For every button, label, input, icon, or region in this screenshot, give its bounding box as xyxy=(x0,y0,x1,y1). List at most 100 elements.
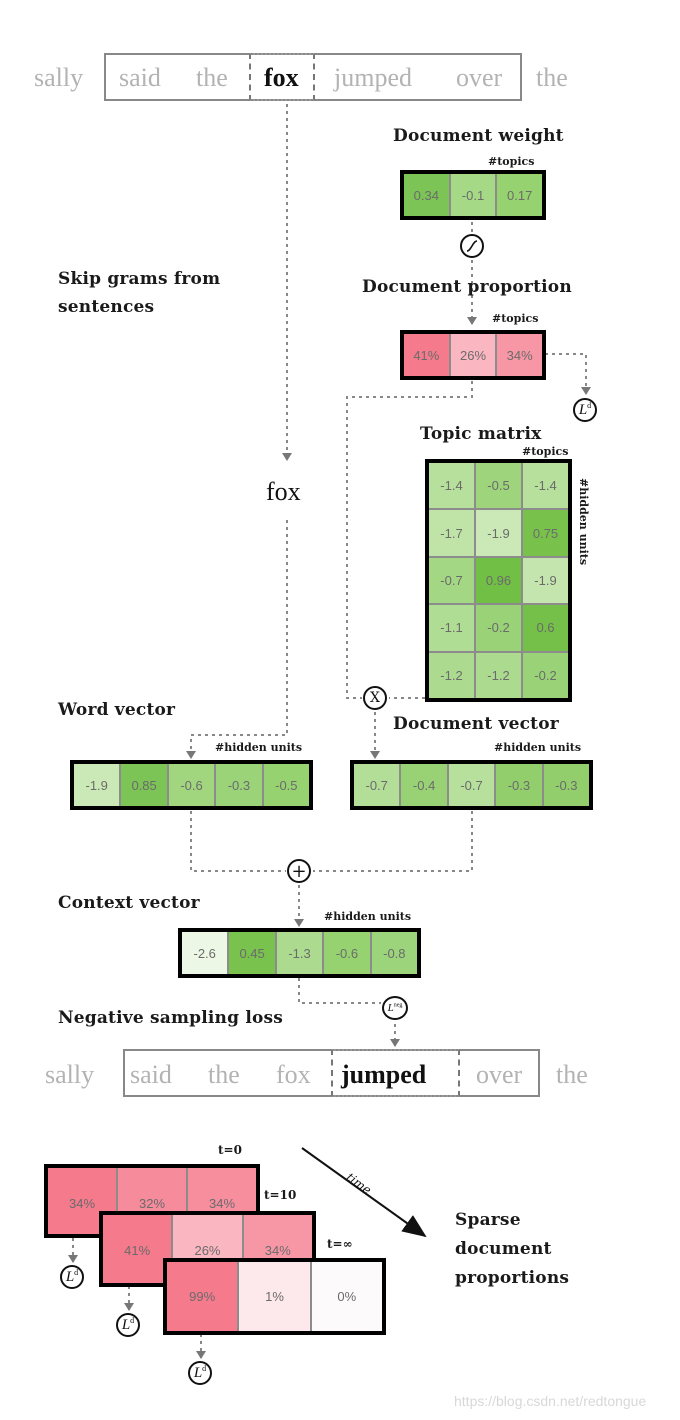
timeline-vector-tinf: 99% 1% 0% xyxy=(163,1258,386,1335)
top-word: sally xyxy=(34,63,84,92)
loss-symbol: Ld xyxy=(65,1268,79,1285)
loss-symbol: Ld xyxy=(121,1316,135,1333)
topic-matrix-cell: -1.9 xyxy=(476,510,523,556)
top-word: the xyxy=(196,63,228,92)
connector-fox-to-word-vector xyxy=(186,520,288,759)
watermark: https://blog.csdn.net/redtongue xyxy=(454,1393,647,1409)
document-vector-dim-label: #hidden units xyxy=(494,741,582,754)
document-proportion-dim-label: #topics xyxy=(492,312,539,325)
document-vector: -0.7 -0.4 -0.7 -0.3 -0.3 xyxy=(350,760,593,810)
top-word: said xyxy=(119,63,161,92)
pivot-word: fox xyxy=(266,477,301,506)
topic-matrix-cell: -1.2 xyxy=(429,652,476,699)
topic-matrix-row: -0.7 0.96 -1.9 xyxy=(429,557,568,606)
topic-matrix-cell: 0.75 xyxy=(523,510,568,556)
bottom-word: said xyxy=(130,1060,172,1089)
context-vector-cell: -0.8 xyxy=(371,932,418,974)
topic-matrix-cell: -0.5 xyxy=(476,463,523,509)
document-vector-title: Document vector xyxy=(393,714,559,734)
document-weight-cell: 0.34 xyxy=(404,174,451,216)
topic-matrix-topics-label: #topics xyxy=(522,445,569,458)
topic-matrix-row: -1.4 -0.5 -1.4 xyxy=(429,463,568,511)
document-vector-cell: -0.3 xyxy=(496,764,544,806)
context-vector-cell: -1.3 xyxy=(276,932,325,974)
timeline-cell: 99% xyxy=(167,1262,240,1331)
sparse-line-1: Sparse xyxy=(455,1210,521,1230)
document-proportion-cell: 34% xyxy=(497,334,543,376)
context-vector-cell: -0.6 xyxy=(324,932,372,974)
bottom-word: sally xyxy=(45,1060,95,1089)
document-vector-cell: -0.7 xyxy=(448,764,497,806)
topic-matrix-cell: -0.2 xyxy=(523,652,568,699)
topic-matrix-cell: -1.7 xyxy=(429,510,476,556)
topic-matrix-cell: 0.6 xyxy=(523,605,568,651)
top-word: over xyxy=(456,63,503,92)
time-label: time xyxy=(343,1170,374,1198)
negative-sampling-title: Negative sampling loss xyxy=(58,1008,284,1028)
word-vector-cell: -0.3 xyxy=(216,764,264,806)
document-weight-dim-label: #topics xyxy=(488,155,535,168)
connector-proportion-to-loss xyxy=(545,353,591,395)
timeline-loss-icon-tinf: Ld xyxy=(188,1361,212,1385)
multiply-icon: X xyxy=(363,686,387,710)
timeline-label-tinf: t=∞ xyxy=(327,1237,353,1251)
timeline-label-t10: t=10 xyxy=(264,1188,297,1202)
word-vector-cell: -1.9 xyxy=(74,764,122,806)
document-weight-title: Document weight xyxy=(393,126,564,146)
document-loss-symbol: Ld xyxy=(578,401,592,418)
topic-matrix-cell: -1.1 xyxy=(429,605,476,651)
topic-matrix-cell: -1.9 xyxy=(523,557,568,604)
bottom-word: the xyxy=(556,1060,588,1089)
document-proportion-vector: 41% 26% 34% xyxy=(400,330,546,380)
sparse-line-3: proportions xyxy=(455,1268,570,1288)
connector-doc-vector-to-plus xyxy=(313,811,473,872)
sparse-proportions-label: Sparse document proportions xyxy=(455,1206,569,1293)
document-proportion-cell: 41% xyxy=(404,334,451,376)
negative-loss-symbol: Lneg xyxy=(387,1002,403,1014)
document-weight-cell: 0.17 xyxy=(497,174,543,216)
word-vector-cell: -0.5 xyxy=(263,764,310,806)
bottom-word: over xyxy=(476,1060,523,1089)
word-vector-cell: 0.85 xyxy=(121,764,169,806)
add-icon: + xyxy=(287,859,311,883)
top-word: the xyxy=(536,63,568,92)
skip-grams-line-1: Skip grams from xyxy=(58,269,221,289)
context-vector-dim-label: #hidden units xyxy=(324,910,412,923)
word-vector: -1.9 0.85 -0.6 -0.3 -0.5 xyxy=(70,760,313,810)
sigmoid-icon xyxy=(460,234,484,258)
bottom-focus-word: jumped xyxy=(341,1060,427,1089)
topic-matrix: -1.4 -0.5 -1.4 -1.7 -1.9 0.75 -0.7 0.96 … xyxy=(425,459,572,702)
topic-matrix-hidden-label: #hidden units xyxy=(577,478,590,566)
top-word: jumped xyxy=(334,63,412,92)
context-vector-title: Context vector xyxy=(58,893,200,913)
document-vector-cell: -0.3 xyxy=(543,764,590,806)
top-focus-word: fox xyxy=(264,63,299,92)
timeline-loss-icon-t0: Ld xyxy=(60,1265,84,1289)
timeline-loss-icon-t10: Ld xyxy=(116,1313,140,1337)
context-vector: -2.6 0.45 -1.3 -0.6 -0.8 xyxy=(178,928,421,978)
document-weight-vector: 0.34 -0.1 0.17 xyxy=(400,170,546,220)
topic-matrix-row: -1.1 -0.2 0.6 xyxy=(429,605,568,653)
topic-matrix-cell: -1.2 xyxy=(476,652,523,699)
loss-symbol: Ld xyxy=(193,1364,207,1381)
topic-matrix-row: -1.2 -1.2 -0.2 xyxy=(429,652,568,699)
context-vector-cell: -2.6 xyxy=(182,932,230,974)
document-weight-cell: -0.1 xyxy=(450,174,498,216)
timeline-cell: 1% xyxy=(239,1262,312,1331)
skip-grams-line-2: sentences xyxy=(58,297,155,317)
timeline-cell: 0% xyxy=(311,1262,382,1331)
topic-matrix-cell: -0.2 xyxy=(476,605,523,651)
topic-matrix-cell: -1.4 xyxy=(523,463,568,509)
word-vector-dim-label: #hidden units xyxy=(215,741,303,754)
sigmoid-curve-icon xyxy=(466,240,478,252)
context-vector-cell: 0.45 xyxy=(229,932,277,974)
connector-context-to-neg-loss xyxy=(298,978,381,1004)
timeline-label-t0: t=0 xyxy=(218,1143,242,1157)
connector-word-vector-to-plus xyxy=(190,811,286,872)
sparse-line-2: document xyxy=(455,1239,552,1259)
negative-loss-icon: Lneg xyxy=(382,996,408,1020)
topic-matrix-cell: 0.96 xyxy=(476,557,523,604)
document-proportion-title: Document proportion xyxy=(362,277,572,297)
document-proportion-cell: 26% xyxy=(450,334,498,376)
document-loss-icon: Ld xyxy=(573,398,597,422)
